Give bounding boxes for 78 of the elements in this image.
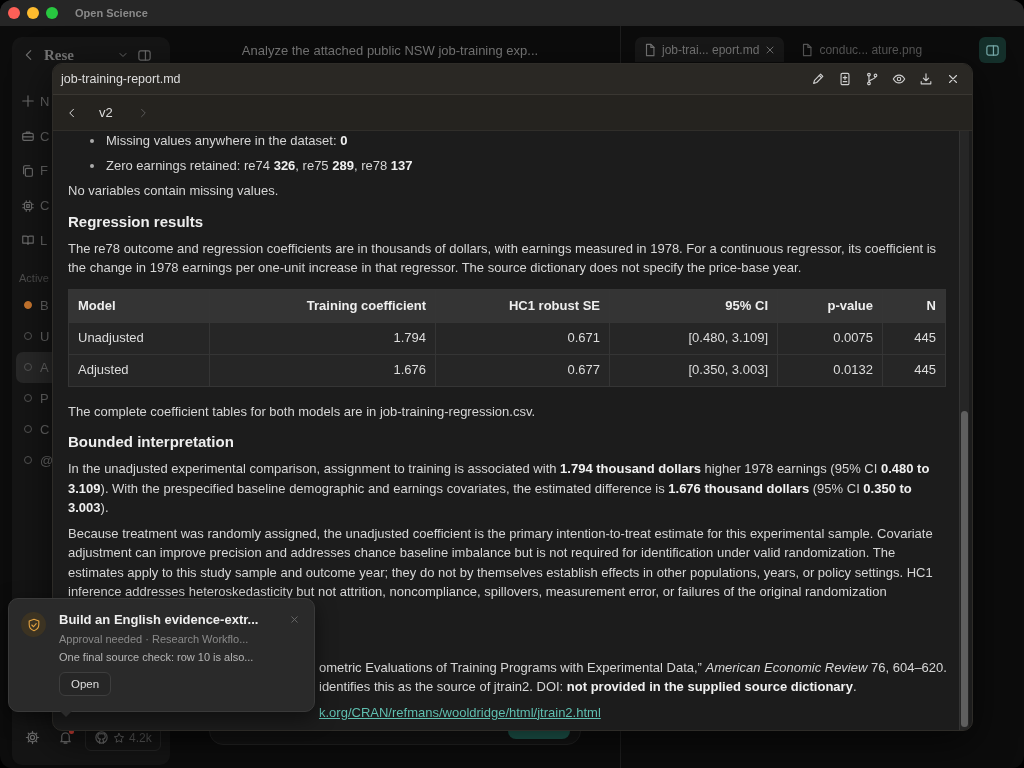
list-item: Zero earnings retained: re74 326, re75 289, re78 137 bbox=[106, 157, 413, 176]
paragraph: Because treatment was randomly assigned, the unadjusted coefficient is the primary intention-to-treat estimate for this experimental sample. Covariate adjustment can improve precision and addresses chance baseline imbalance but is not required for identification under valid randomization. The estimates apply to this study sample and outcome year; they do not by themselves establish effects in other populations, years, or policy settings. HC1 inference addresses heteroskedasticity but not attrition, noncompliance, spillovers, measurement error, or failures of the original randomization bbox=[68, 524, 934, 601]
file-diff-icon[interactable] bbox=[838, 72, 852, 86]
table-cell: [0.350, 3.003] bbox=[609, 354, 777, 386]
scrollbar[interactable] bbox=[959, 131, 969, 730]
paragraph: The complete coefficient tables for both models are in job-training-regression.csv. bbox=[68, 402, 537, 421]
version-label: v2 bbox=[99, 105, 113, 120]
window-title: Open Science bbox=[75, 7, 148, 19]
column-header: N bbox=[882, 289, 945, 322]
chip-icon bbox=[21, 198, 35, 213]
sidebar-toggle-icon[interactable] bbox=[137, 47, 152, 63]
eye-icon[interactable] bbox=[892, 72, 906, 86]
sidebar-item[interactable]: F bbox=[40, 163, 49, 179]
settings-icon[interactable] bbox=[25, 730, 40, 745]
zoom-window-button[interactable] bbox=[46, 7, 58, 19]
file-tab[interactable]: job-trai... eport.md bbox=[635, 37, 785, 62]
download-icon[interactable] bbox=[919, 72, 933, 86]
plus-icon bbox=[21, 94, 35, 109]
sidebar-item[interactable]: C bbox=[40, 198, 49, 214]
text-line: ometric Evaluations of Training Programs with Experimental Data,” American Economic Review 76, 604–620. bbox=[319, 658, 946, 677]
panel-toggle-button[interactable] bbox=[979, 37, 1006, 63]
task-item[interactable]: U bbox=[16, 320, 60, 352]
paragraph: The re78 outcome and regression coefficients are in thousands of dollars, with earnings measured in 1978. For a continuous regressor, its coefficient is the change in 1978 earnings per one-unit increase in that regressor. The source dictionary does not specify the price-base year. bbox=[68, 239, 938, 277]
table-cell: 445 bbox=[882, 354, 945, 386]
file-tab[interactable]: conduc... ature.png bbox=[792, 37, 931, 62]
table-cell: 0.677 bbox=[435, 354, 609, 386]
task-item[interactable]: @ bbox=[16, 444, 60, 476]
column-header: 95% CI bbox=[609, 289, 777, 322]
paragraph: In the unadjusted experimental comparison, assignment to training is associated with 1.794 thousand dollars higher 1978 earnings (95% CI 0.480 to 3.109). With the prespecified baseline demographic and earnings covariates, the estimated difference is 1.676 thousand dollars (95% CI 0.350 to 3.003). bbox=[68, 460, 931, 517]
sidebar-item[interactable]: L bbox=[40, 232, 49, 248]
book-icon bbox=[21, 233, 35, 248]
task-item[interactable]: C bbox=[16, 413, 60, 445]
close-window-button[interactable] bbox=[8, 7, 20, 19]
task-item[interactable]: P bbox=[16, 382, 60, 414]
table-cell: [0.480, 3.109] bbox=[609, 322, 777, 354]
source-link[interactable]: k.org/CRAN/refmans/wooldridge/html/jtrain2.html bbox=[319, 702, 946, 722]
panel-icon bbox=[985, 42, 1000, 58]
minimize-window-button[interactable] bbox=[27, 7, 39, 19]
paragraph: No variables contain missing values. bbox=[68, 182, 280, 200]
table-cell: 0.671 bbox=[435, 322, 609, 354]
file-icon bbox=[800, 42, 815, 57]
star-icon bbox=[113, 731, 125, 744]
copy-icon bbox=[21, 163, 35, 178]
section-heading: Bounded interpretation bbox=[68, 432, 235, 452]
sidebar-item[interactable]: N bbox=[40, 93, 49, 109]
task-item[interactable]: B bbox=[16, 289, 60, 321]
bullet-dot bbox=[90, 139, 94, 143]
document-title: job-training-report.md bbox=[61, 72, 181, 86]
shield-icon bbox=[26, 617, 41, 632]
table-cell: 1.794 bbox=[209, 322, 435, 354]
pencil-icon[interactable] bbox=[811, 72, 825, 86]
github-icon bbox=[94, 730, 109, 745]
file-icon bbox=[643, 42, 657, 57]
notification-message: One final source check: row 10 is also... bbox=[59, 651, 254, 663]
sidebar-title: Rese bbox=[44, 46, 75, 64]
bullet-dot bbox=[90, 164, 94, 168]
open-button[interactable]: Open bbox=[59, 672, 112, 696]
sidebar-item[interactable]: C bbox=[40, 128, 49, 144]
table-cell: 0.0075 bbox=[777, 322, 882, 354]
list-item: Missing values anywhere in the dataset: 0 bbox=[106, 132, 348, 151]
bell-icon[interactable] bbox=[58, 730, 73, 745]
close-icon[interactable] bbox=[946, 72, 960, 86]
notification-title: Build an English evidence-extr... bbox=[59, 612, 259, 627]
table-cell-text: Adjusted bbox=[77, 361, 130, 380]
column-header: Model bbox=[77, 296, 117, 315]
table-cell: 1.676 bbox=[209, 354, 435, 386]
text-line: identifies this as the source of jtrain2. DOI: not provided in the supplied source dictionary. bbox=[319, 678, 858, 696]
notification-subtitle: Approval needed · Research Workflo... bbox=[59, 633, 249, 645]
branch-icon[interactable] bbox=[865, 72, 879, 86]
section-heading: Regression results bbox=[68, 211, 205, 232]
table-cell-text: Unadjusted bbox=[77, 329, 145, 348]
prompt-text: Analyze the attached public NSW job-training exp... bbox=[241, 43, 539, 58]
table-cell: 0.0132 bbox=[777, 354, 882, 386]
column-header: p-value bbox=[777, 289, 882, 322]
column-header: Training coefficient bbox=[209, 289, 435, 322]
table-cell: 445 bbox=[882, 322, 945, 354]
column-header: HC1 robust SE bbox=[435, 289, 609, 322]
briefcase-icon bbox=[21, 129, 35, 144]
